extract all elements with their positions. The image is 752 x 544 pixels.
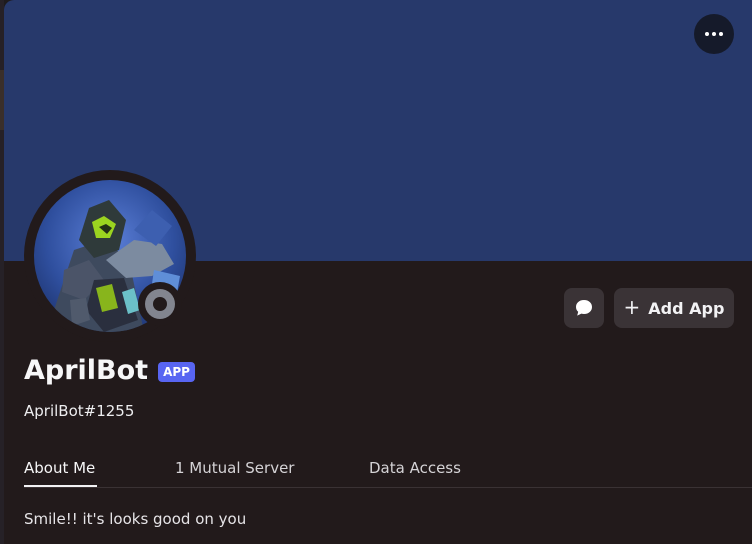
tab-divider bbox=[24, 487, 752, 488]
send-message-button[interactable] bbox=[564, 288, 604, 328]
tab-about-me[interactable]: About Me bbox=[24, 458, 175, 487]
chat-bubble-icon bbox=[576, 300, 592, 316]
add-app-button[interactable]: + Add App bbox=[614, 288, 734, 328]
display-name: AprilBot bbox=[24, 355, 149, 386]
more-horizontal-icon bbox=[705, 32, 723, 36]
more-options-button[interactable] bbox=[694, 14, 734, 54]
tab-mutual-servers[interactable]: 1 Mutual Server bbox=[175, 458, 369, 486]
offline-status-icon bbox=[145, 289, 175, 319]
add-app-label: Add App bbox=[648, 298, 725, 318]
profile-tabs: About Me 1 Mutual Server Data Access bbox=[24, 458, 461, 487]
tab-data-access[interactable]: Data Access bbox=[369, 458, 461, 486]
profile-name-row: AprilBot APP bbox=[24, 354, 195, 388]
user-profile-modal: + Add App AprilBot APP AprilBot#1255 Abo… bbox=[4, 0, 752, 544]
status-indicator bbox=[138, 282, 182, 326]
about-me-text: Smile!! it's looks good on you bbox=[24, 510, 247, 528]
username: AprilBot#1255 bbox=[24, 402, 135, 420]
app-badge: APP bbox=[158, 362, 195, 382]
plus-icon: + bbox=[623, 295, 641, 319]
